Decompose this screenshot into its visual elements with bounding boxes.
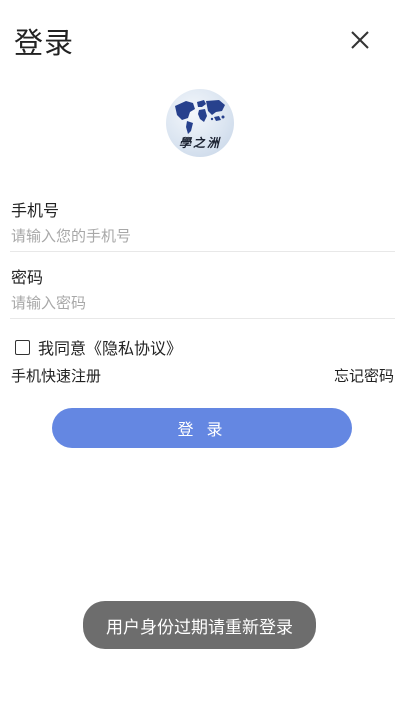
password-input[interactable] — [11, 289, 395, 317]
app-logo: 學之洲 — [166, 89, 234, 157]
phone-label: 手机号 — [11, 201, 60, 220]
toast-message: 用户身份过期请重新登录 — [83, 601, 316, 649]
logo-text: 學之洲 — [178, 136, 221, 150]
phone-divider — [10, 251, 395, 252]
page-title: 登录 — [14, 26, 75, 60]
agreement-checkbox[interactable] — [15, 339, 30, 355]
password-label: 密码 — [11, 268, 44, 287]
login-button[interactable]: 登 录 — [52, 408, 352, 448]
register-link[interactable]: 手机快速注册 — [11, 365, 101, 386]
password-divider — [10, 318, 395, 319]
phone-input[interactable] — [11, 222, 395, 250]
agreement-text[interactable]: 我同意《隐私协议》 — [38, 335, 182, 359]
agreement-row[interactable]: 我同意《隐私协议》 — [15, 335, 182, 359]
close-icon[interactable] — [347, 27, 373, 53]
forgot-password-link[interactable]: 忘记密码 — [334, 365, 394, 386]
